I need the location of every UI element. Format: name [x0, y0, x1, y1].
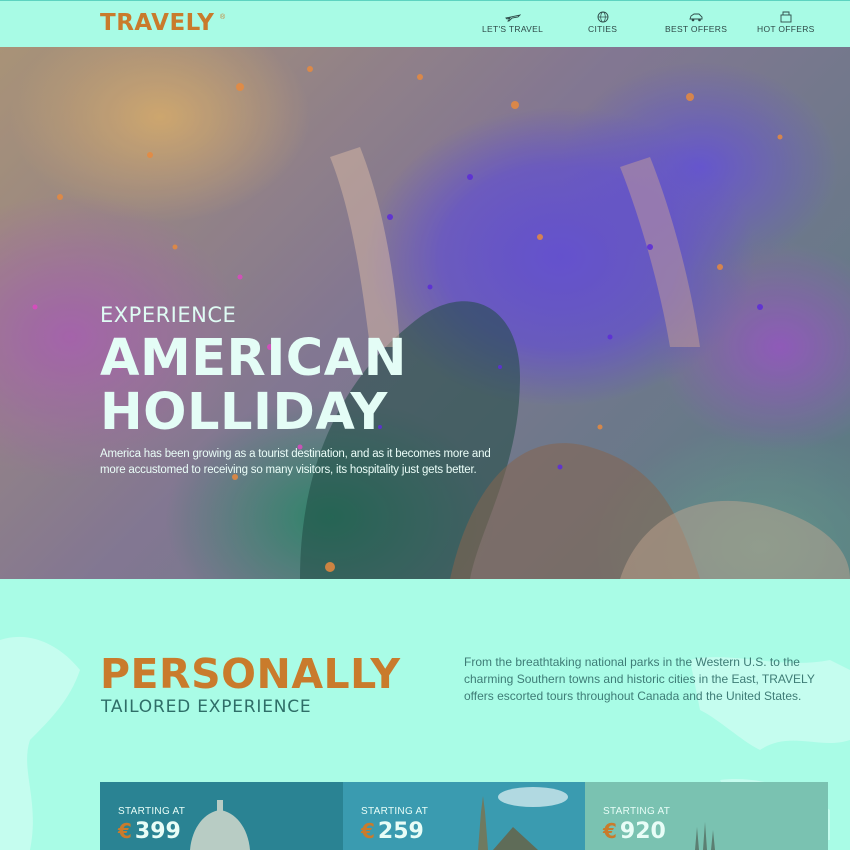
nav-label: LET'S TRAVEL	[482, 24, 544, 34]
offer-price: € 920	[603, 819, 666, 844]
nav-item-hot-offers[interactable]: HOT OFFERS	[757, 11, 815, 34]
hero-banner: EXPERIENCE AMERICAN HOLLIDAY America has…	[0, 47, 850, 579]
nav-label: HOT OFFERS	[757, 24, 815, 34]
currency-symbol: €	[361, 819, 375, 843]
offer-label: STARTING AT	[603, 806, 671, 817]
hero-eyebrow: EXPERIENCE	[100, 303, 237, 327]
offer-price: € 259	[361, 819, 424, 844]
gift-icon	[780, 11, 792, 23]
plane-icon	[504, 14, 521, 22]
hero-title: AMERICAN HOLLIDAY	[100, 332, 520, 440]
nav-label: BEST OFFERS	[665, 24, 728, 34]
currency-symbol: €	[603, 819, 617, 843]
price-amount: 920	[619, 819, 666, 844]
offer-label: STARTING AT	[118, 806, 186, 817]
logo[interactable]: TRAVELY	[100, 10, 214, 36]
nav-label: CITIES	[588, 24, 618, 34]
offer-card-3[interactable]: STARTING AT € 920	[585, 782, 828, 850]
site-header: TRAVELY ® LET'S TRAVEL CITIES BEST OFFER…	[0, 0, 850, 47]
offer-price: € 399	[118, 819, 181, 844]
nav-item-best-offers[interactable]: BEST OFFERS	[665, 11, 727, 34]
car-icon	[689, 13, 703, 22]
price-amount: 399	[134, 819, 181, 844]
offer-card-2[interactable]: STARTING AT € 259	[343, 782, 586, 850]
offer-card-1[interactable]: STARTING AT € 399	[100, 782, 343, 850]
registered-mark: ®	[220, 14, 226, 21]
section-description: From the breathtaking national parks in …	[464, 655, 815, 703]
offer-label: STARTING AT	[361, 806, 429, 817]
globe-icon	[597, 11, 609, 23]
hero-title-line1: AMERICAN	[100, 329, 407, 388]
hero-description: America has been growing as a tourist de…	[100, 448, 491, 476]
currency-symbol: €	[118, 819, 132, 843]
section-subtitle: TAILORED EXPERIENCE	[101, 697, 312, 717]
section-title: PERSONALLY	[100, 650, 401, 698]
nav-item-cities[interactable]: CITIES	[588, 11, 617, 34]
hero-title-line2: HOLLIDAY	[100, 383, 388, 442]
price-amount: 259	[377, 819, 424, 844]
nav-item-lets-travel[interactable]: LET'S TRAVEL	[482, 11, 543, 34]
